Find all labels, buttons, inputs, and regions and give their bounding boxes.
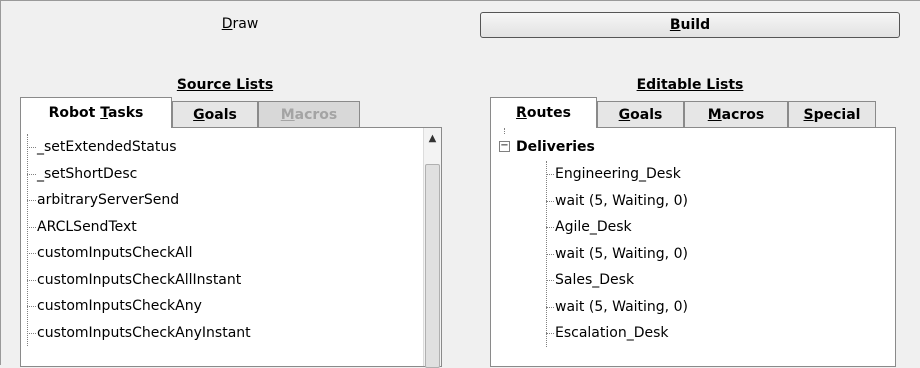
tree-item[interactable]: wait (5, Waiting, 0) <box>491 188 895 215</box>
draw-button[interactable]: Draw <box>20 12 460 38</box>
tab-source-macros[interactable]: Macros <box>258 101 360 128</box>
robot-tasks-list-panel[interactable]: _setExtendedStatus _setShortDesc arbitra… <box>20 127 442 368</box>
vertical-scrollbar[interactable]: ▲ <box>423 128 441 368</box>
tab-robot-tasks-key: T <box>100 105 108 121</box>
tree-item[interactable]: Engineering_Desk <box>491 161 895 188</box>
routes-tree-panel[interactable]: − Deliveries Engineering_Desk wait (5, Wa… <box>490 127 896 367</box>
list-item[interactable]: _setExtendedStatus <box>21 134 441 161</box>
list-item[interactable]: ARCLSendText <box>21 214 441 241</box>
tab-source-macros-key: M <box>280 107 295 123</box>
scroll-thumb[interactable] <box>425 164 440 368</box>
draw-label-post: raw <box>232 16 259 32</box>
tab-robot-tasks-post: asks <box>107 105 144 121</box>
tab-editable-goals[interactable]: Goals <box>597 101 684 128</box>
tab-source-goals-post: oals <box>204 107 237 123</box>
tab-special-post: pecial <box>813 107 861 123</box>
tree-item[interactable]: wait (5, Waiting, 0) <box>491 294 895 321</box>
list-item[interactable]: customInputsCheckAny <box>21 293 441 320</box>
robot-tasks-list: _setExtendedStatus _setShortDesc arbitra… <box>21 134 441 346</box>
tree-item[interactable]: wait (5, Waiting, 0) <box>491 241 895 268</box>
draw-label-key: D <box>221 16 233 32</box>
source-lists-caption: Source Lists <box>176 77 274 93</box>
tab-special[interactable]: Special <box>788 101 876 128</box>
list-item[interactable]: customInputsCheckAnyInstant <box>21 320 441 347</box>
tab-editable-goals-post: oals <box>630 107 663 123</box>
list-item[interactable]: arbitraryServerSend <box>21 187 441 214</box>
tab-editable-macros-post: acros <box>721 107 765 123</box>
tab-editable-goals-key: G <box>618 107 631 123</box>
editable-lists-caption: Editable Lists <box>636 77 744 93</box>
tab-routes[interactable]: Routes <box>490 97 597 128</box>
collapse-icon[interactable]: − <box>499 140 510 152</box>
tab-robot-tasks[interactable]: Robot Tasks <box>20 97 172 128</box>
tree-item[interactable]: Agile_Desk <box>491 214 895 241</box>
tree-item[interactable]: Sales_Desk <box>491 267 895 294</box>
scroll-up-arrow-icon[interactable]: ▲ <box>424 132 441 146</box>
list-item[interactable]: _setShortDesc <box>21 161 441 188</box>
tree-root-label: Deliveries <box>516 139 595 155</box>
list-item[interactable]: customInputsCheckAllInstant <box>21 267 441 294</box>
tab-robot-tasks-pre: Robot <box>48 105 101 121</box>
tab-editable-macros-key: M <box>707 107 722 123</box>
tab-source-goals-key: G <box>193 107 205 123</box>
tab-editable-macros[interactable]: Macros <box>684 101 788 128</box>
build-button[interactable]: Build <box>480 12 900 38</box>
build-label-key: B <box>669 17 681 33</box>
tab-routes-key: R <box>516 105 527 121</box>
tab-special-key: S <box>803 107 814 123</box>
list-item[interactable]: customInputsCheckAll <box>21 240 441 267</box>
tree-children: Engineering_Desk wait (5, Waiting, 0) Ag… <box>491 161 895 347</box>
tab-source-macros-post: acros <box>294 107 338 123</box>
tab-source-goals[interactable]: Goals <box>172 101 258 128</box>
tree-item[interactable]: Escalation_Desk <box>491 320 895 347</box>
tree-root-deliveries[interactable]: − Deliveries <box>499 134 595 160</box>
tab-routes-post: outes <box>526 105 571 121</box>
build-label-post: uild <box>680 17 711 33</box>
